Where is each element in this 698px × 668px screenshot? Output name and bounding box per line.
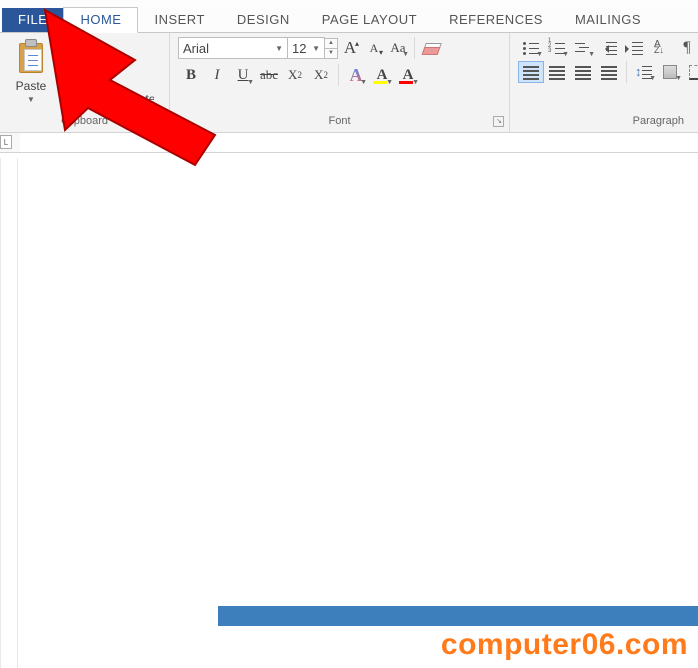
group-font-label: Font [178, 113, 501, 130]
decrease-indent-button[interactable] [596, 37, 622, 59]
group-paragraph: ▼ ▼ ▼ ¶ ▼ ▼ [510, 33, 698, 132]
watermark-bar [218, 606, 698, 626]
tab-home[interactable]: HOME [63, 7, 138, 33]
strikethrough-button[interactable]: abc [256, 63, 282, 87]
borders-button[interactable]: ▼ [683, 61, 698, 83]
decrease-indent-icon [601, 41, 617, 55]
paste-icon [16, 37, 46, 77]
align-right-button[interactable] [570, 61, 596, 83]
shading-button[interactable]: ▼ [657, 61, 683, 83]
ruler-page-area [20, 133, 698, 152]
justify-icon [601, 66, 617, 78]
group-paragraph-label: Paragraph [518, 113, 690, 130]
line-spacing-button[interactable]: ▼ [631, 61, 657, 83]
grow-font-button[interactable]: A▴ [338, 37, 362, 59]
align-right-icon [575, 66, 591, 78]
tab-mailings[interactable]: MAILINGS [559, 8, 657, 32]
chevron-down-icon: ▼ [275, 44, 283, 53]
clipboard-launcher[interactable] [153, 116, 164, 127]
underline-button[interactable]: U▼ [230, 63, 256, 87]
sort-icon [654, 41, 668, 55]
superscript-button[interactable]: X2 [308, 63, 334, 87]
align-center-icon [549, 66, 565, 78]
tab-page-layout[interactable]: PAGE LAYOUT [306, 8, 433, 32]
borders-icon [689, 65, 698, 79]
document-area[interactable] [0, 158, 698, 668]
brush-icon [60, 91, 76, 107]
show-hide-button[interactable]: ¶ [674, 37, 698, 59]
paste-button[interactable]: Paste ▼ [8, 37, 54, 104]
justify-button[interactable] [596, 61, 622, 83]
format-painter-label: Format Painter [80, 92, 154, 106]
tab-references[interactable]: REFERENCES [433, 8, 559, 32]
watermark-text: computer06.com [441, 628, 688, 662]
cut-button[interactable] [60, 39, 82, 59]
text-effects-button[interactable]: A▼ [343, 63, 369, 87]
sort-button[interactable] [648, 37, 674, 59]
chevron-down-icon: ▼ [312, 44, 320, 53]
format-painter-button[interactable]: Format Painter [60, 91, 154, 107]
paste-label: Paste [16, 79, 47, 93]
shrink-font-button[interactable]: A▾ [362, 37, 386, 59]
font-launcher[interactable] [493, 116, 504, 127]
group-clipboard-label: Clipboard [8, 113, 161, 130]
separator [338, 64, 339, 86]
tab-design[interactable]: DESIGN [221, 8, 306, 32]
tab-file[interactable]: FILE [2, 8, 63, 32]
align-left-button[interactable] [518, 61, 544, 83]
tab-insert[interactable]: INSERT [138, 8, 220, 32]
highlight-color-button[interactable]: A▼ [369, 63, 395, 87]
ribbon-tabs: FILE HOME INSERT DESIGN PAGE LAYOUT REFE… [0, 4, 698, 32]
multilevel-list-button[interactable]: ▼ [570, 37, 596, 59]
copy-button[interactable] [60, 65, 82, 85]
font-size-value: 12 [292, 41, 306, 56]
group-clipboard: Paste ▼ Format Painter C [0, 33, 170, 132]
font-size-stepper-down[interactable]: ▼ [324, 48, 338, 59]
font-name-combo[interactable]: Arial ▼ [178, 37, 288, 59]
clear-formatting-button[interactable] [419, 37, 443, 59]
font-name-value: Arial [183, 41, 209, 56]
italic-button[interactable]: I [204, 63, 230, 87]
bold-button[interactable]: B [178, 63, 204, 87]
copy-icon [63, 67, 79, 83]
separator [414, 37, 415, 59]
font-color-button[interactable]: A▼ [395, 63, 421, 87]
align-center-button[interactable] [544, 61, 570, 83]
group-font: Arial ▼ 12 ▼ ▲ ▼ A▴ [170, 33, 510, 132]
scissors-icon [63, 41, 79, 57]
align-left-icon [523, 66, 539, 78]
horizontal-ruler[interactable]: L [0, 133, 698, 153]
tab-selector[interactable]: L [0, 135, 12, 149]
numbering-button[interactable]: ▼ [544, 37, 570, 59]
increase-indent-icon [627, 41, 643, 55]
bullets-button[interactable]: ▼ [518, 37, 544, 59]
font-size-stepper: ▲ ▼ [324, 38, 338, 59]
increase-indent-button[interactable] [622, 37, 648, 59]
change-case-button[interactable]: Aa▼ [386, 37, 410, 59]
eraser-icon [420, 37, 442, 59]
font-size-combo[interactable]: 12 ▼ [287, 37, 325, 59]
ribbon: Paste ▼ Format Painter C [0, 32, 698, 132]
pilcrow-icon: ¶ [683, 39, 690, 57]
separator [626, 61, 627, 83]
subscript-button[interactable]: X2 [282, 63, 308, 87]
ribbon-container: FILE HOME INSERT DESIGN PAGE LAYOUT REFE… [0, 0, 698, 133]
